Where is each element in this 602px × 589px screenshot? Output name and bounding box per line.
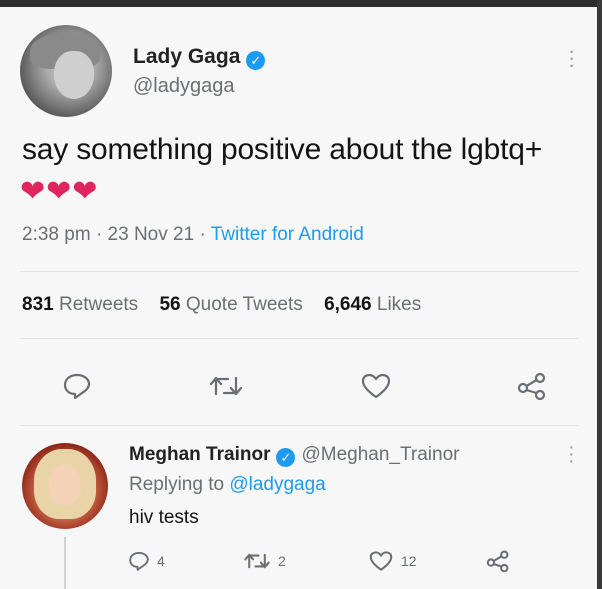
retweet-icon — [244, 553, 270, 569]
like-button[interactable] — [360, 372, 392, 405]
tweet-source-link[interactable]: Twitter for Android — [211, 224, 364, 245]
share-icon — [486, 550, 509, 572]
meta-separator: · — [95, 224, 103, 245]
reply-icon — [129, 551, 149, 571]
retweet-button[interactable] — [208, 372, 244, 405]
share-icon — [517, 372, 546, 401]
reply-icon — [63, 373, 91, 400]
reply-author-name[interactable]: Meghan Trainor — [129, 444, 270, 465]
avatar-face — [49, 465, 81, 505]
tweet-card: Lady Gaga ✓ @ladygaga · · · say something p… — [0, 7, 597, 589]
meta-separator: · — [199, 224, 206, 245]
reply-retweet-button[interactable]: 2 — [243, 550, 286, 572]
reply-author-line: Meghan Trainor ✓ @Meghan_Trainor — [129, 444, 459, 467]
author-handle[interactable]: @ladygaga — [133, 75, 234, 98]
share-button[interactable] — [516, 372, 548, 405]
heart-emoji: ❤❤❤ — [20, 175, 99, 208]
tweet-stats: 831 Retweets 56 Quote Tweets 6,646 Likes — [22, 294, 421, 316]
likes-stat[interactable]: 6,646 Likes — [324, 294, 421, 315]
reply-retweets-count: 2 — [278, 553, 286, 569]
reply-replies-count: 4 — [157, 553, 165, 569]
reply-button[interactable] — [62, 372, 92, 405]
retweets-stat[interactable]: 831 Retweets — [22, 294, 138, 315]
frame-edge — [597, 0, 602, 589]
tweet-meta: 2:38 pm · 23 Nov 21 · Twitter for Androi… — [22, 224, 364, 246]
reply-author-handle[interactable]: @Meghan_Trainor — [301, 444, 459, 465]
verified-badge-icon: ✓ — [246, 51, 266, 70]
author-name-text: Lady Gaga — [133, 45, 241, 68]
more-options-icon[interactable]: · · · — [568, 40, 575, 76]
divider — [20, 425, 578, 426]
heart-outline-icon — [361, 373, 391, 399]
reply-share-button[interactable] — [485, 550, 511, 572]
heart-outline-icon — [369, 551, 393, 571]
tweet-text: say something positive about the lgbtq+ — [22, 133, 543, 166]
reply-author-avatar[interactable] — [22, 443, 108, 529]
author-name[interactable]: Lady Gaga ✓ — [133, 45, 266, 70]
reply-reply-button[interactable]: 4 — [128, 550, 165, 572]
author-avatar[interactable] — [20, 25, 112, 117]
reply-more-options-icon[interactable]: · · · — [568, 437, 575, 471]
verified-badge-icon: ✓ — [276, 448, 296, 467]
reply-like-button[interactable]: 12 — [368, 550, 417, 572]
tweet-date: 23 Nov 21 — [107, 224, 195, 245]
divider — [20, 338, 578, 339]
reply-likes-count: 12 — [401, 553, 417, 569]
divider — [20, 271, 578, 272]
tweet-time: 2:38 pm — [22, 224, 91, 245]
retweet-icon — [209, 376, 243, 396]
avatar-face — [54, 51, 94, 99]
quote-tweets-stat[interactable]: 56 Quote Tweets — [159, 294, 302, 315]
reply-text: hiv tests — [129, 507, 199, 528]
replying-to: Replying to @ladygaga — [129, 474, 326, 495]
replying-to-handle[interactable]: @ladygaga — [229, 474, 325, 495]
thread-line — [64, 537, 66, 589]
